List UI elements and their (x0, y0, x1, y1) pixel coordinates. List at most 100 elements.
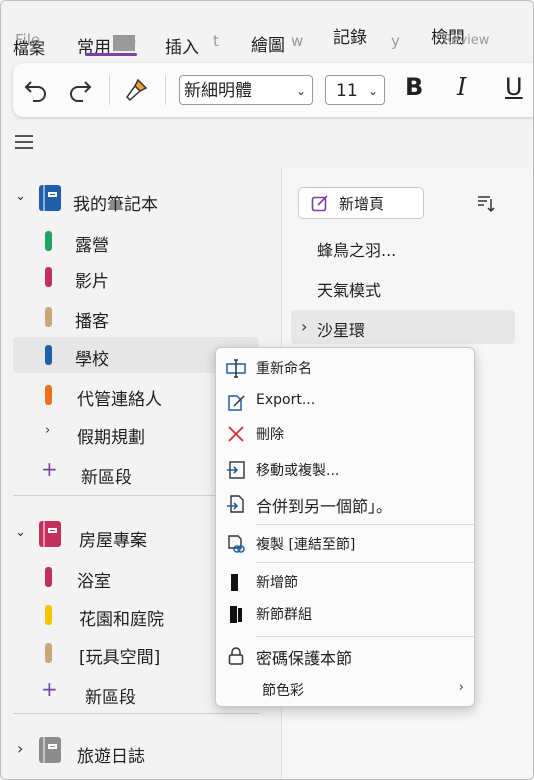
menu-item-move-copy[interactable]: 移動或複製... (216, 454, 474, 486)
section-label: [玩具空間] (79, 648, 161, 668)
delete-icon (228, 426, 244, 442)
section-label: 代管連絡人 (77, 390, 162, 410)
new-section-icon (231, 574, 238, 591)
menu-separator (256, 524, 474, 525)
chevron-right-icon[interactable]: › (17, 739, 23, 758)
chevron-down-icon[interactable]: ⌄ (15, 189, 26, 204)
section-color-tab (45, 267, 52, 287)
notebook-icon (39, 737, 61, 763)
notebook-item[interactable]: › 旅遊日誌 (1, 733, 259, 769)
menu-item-label: Export... (256, 392, 316, 408)
divider (13, 713, 259, 714)
tab-insert-ghost: t (213, 32, 219, 50)
menu-item-copy-link[interactable]: 複製 [連結至節] (216, 528, 474, 560)
menu-item-delete[interactable]: 刪除 (216, 418, 474, 450)
tab-draw-ghost: w (291, 32, 304, 50)
toolbar-divider (165, 75, 166, 105)
export-icon (228, 395, 245, 411)
add-section-label: 新區段 (85, 688, 136, 708)
hamburger-icon (15, 135, 33, 137)
section-color-tab (45, 567, 52, 587)
tab-file[interactable]: 檔案 (13, 35, 45, 59)
redo-icon (70, 81, 92, 102)
redo-button[interactable] (63, 73, 97, 107)
ribbon-tabs: File 檔案 常用 e 插入 t 繪圖 w 記錄 y 檢閱 Review (1, 1, 533, 61)
notebook-icon (39, 521, 61, 547)
font-name-value: 新細明體 (184, 81, 252, 101)
rename-icon (226, 359, 246, 378)
undo-button[interactable] (19, 73, 53, 107)
navigation-menu-button[interactable] (15, 135, 35, 151)
new-page-label: 新增頁 (339, 195, 385, 213)
font-name-select[interactable]: 新細明體 ⌄ (179, 75, 313, 105)
tab-draw[interactable]: 繪圖 (251, 31, 285, 56)
menu-item-label: 移動或複製... (256, 463, 340, 479)
toolbar-divider (109, 75, 110, 105)
format-painter-button[interactable] (119, 73, 153, 107)
tab-review-ghost: Review (443, 33, 490, 48)
section-color-tab (45, 231, 52, 251)
menu-item-merge[interactable]: 合併到另一個節」。 (216, 488, 474, 520)
menu-separator (256, 562, 474, 563)
section-label: 播客 (75, 312, 109, 332)
section-item[interactable]: 播客 (1, 299, 259, 335)
chevron-down-icon: ⌄ (367, 84, 378, 98)
section-group-label: 假期規劃 (77, 428, 145, 448)
menu-item-label: 複製 [連結至節] (256, 537, 356, 553)
notebook-icon (39, 185, 61, 211)
section-label: 浴室 (77, 572, 111, 592)
sort-icon[interactable] (475, 193, 495, 213)
chevron-right-icon: › (458, 680, 464, 695)
section-item[interactable]: 露營 (1, 223, 259, 259)
section-context-menu: 重新命名 Export... 刪除 移動或複製... 合併到另一個節」。 複製 … (215, 347, 475, 707)
menu-item-label: 節色彩 (262, 683, 304, 699)
new-page-icon (311, 195, 328, 212)
page-item[interactable]: 蜂鳥之羽... (317, 237, 396, 261)
page-group-label: 沙星環 (317, 321, 366, 340)
lock-icon (228, 647, 244, 665)
menu-item-password-protect[interactable]: 密碼保護本節 (216, 640, 474, 672)
chevron-down-icon: ⌄ (295, 84, 306, 98)
tab-record-ghost: y (391, 32, 400, 50)
notebook-item[interactable]: ⌄ 我的筆記本 (1, 181, 259, 217)
notebook-name: 房屋專案 (79, 531, 147, 551)
italic-button[interactable]: I (457, 73, 466, 101)
menu-item-new-section[interactable]: 新增節 (216, 566, 474, 598)
menu-item-label: 重新命名 (256, 361, 312, 377)
tab-insert[interactable]: 插入 (165, 33, 199, 58)
font-size-select[interactable]: 11 ⌄ (325, 75, 385, 105)
menu-item-label: 合併到另一個節」。 (256, 497, 393, 516)
copy-link-icon (228, 535, 245, 553)
menu-item-label: 刪除 (256, 427, 284, 443)
chevron-right-icon[interactable]: › (301, 317, 307, 336)
section-color-tab (45, 385, 52, 405)
menu-item-section-color[interactable]: 節色彩 › (216, 674, 474, 706)
new-page-button[interactable]: 新增頁 (298, 187, 424, 219)
underline-button[interactable]: U (505, 73, 523, 101)
menu-separator (256, 636, 474, 637)
tab-record[interactable]: 記錄 (333, 23, 367, 48)
section-label: 花園和庭院 (79, 610, 164, 630)
menu-item-rename[interactable]: 重新命名 (216, 352, 474, 384)
section-label: 影片 (75, 272, 109, 292)
format-painter-icon (126, 78, 148, 102)
menu-item-label: 新節群組 (256, 607, 312, 623)
chevron-down-icon[interactable]: ⌄ (15, 525, 26, 540)
add-section-label: 新區段 (81, 468, 132, 488)
bold-button[interactable]: B (405, 73, 423, 101)
section-label: 學校 (75, 350, 109, 370)
notebook-name: 旅遊日誌 (77, 747, 145, 767)
chevron-right-icon[interactable]: › (45, 423, 50, 438)
section-item[interactable]: 影片 (1, 259, 259, 295)
menu-item-export[interactable]: Export... (216, 386, 474, 418)
ribbon-toolbar: 新細明體 ⌄ 11 ⌄ B I U (13, 63, 533, 117)
menu-item-new-section-group[interactable]: 新節群組 (216, 598, 474, 630)
section-color-tab (45, 643, 52, 663)
section-label: 露營 (75, 236, 109, 256)
active-tab-indicator (85, 53, 137, 56)
new-section-group-icon (230, 606, 242, 623)
move-copy-icon (227, 461, 245, 479)
tab-home-redaction (113, 35, 135, 51)
section-color-tab (45, 605, 52, 625)
page-item[interactable]: 天氣模式 (317, 277, 381, 301)
